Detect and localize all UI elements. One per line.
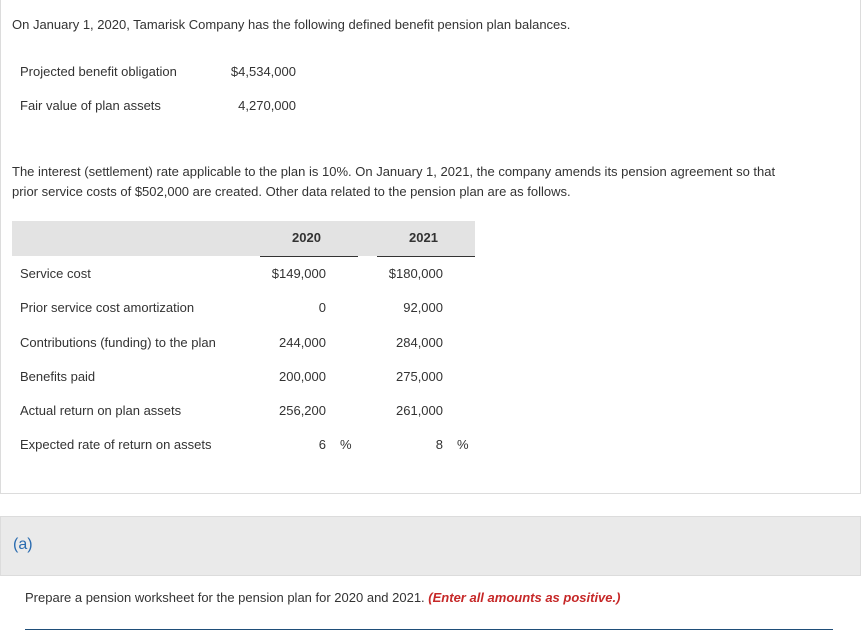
row-label: Expected rate of return on assets xyxy=(20,437,212,452)
section-divider xyxy=(25,629,833,630)
balance-label-assets: Fair value of plan assets xyxy=(20,98,161,113)
paragraph-line-1: The interest (settlement) rate applicabl… xyxy=(12,164,776,179)
row-value-2020: 6 xyxy=(318,437,326,452)
row-label: Prior service cost amortization xyxy=(20,300,195,315)
header-2021: 2021 xyxy=(409,230,438,245)
row-value-2020: $149,000 xyxy=(271,266,326,281)
header-underline-2021 xyxy=(377,256,475,257)
header-underline-2020 xyxy=(260,256,358,257)
row-value-2020: 0 xyxy=(318,300,326,315)
row-value-2021: 92,000 xyxy=(403,300,443,315)
row-value-2020: 256,200 xyxy=(279,403,326,418)
balance-value-assets: 4,270,000 xyxy=(238,98,296,113)
row-value-2020: 244,000 xyxy=(279,335,326,350)
row-label: Service cost xyxy=(20,266,91,281)
instruction-text: Prepare a pension worksheet for the pens… xyxy=(25,590,620,605)
row-value-2021: 261,000 xyxy=(396,403,443,418)
header-2020: 2020 xyxy=(292,230,321,245)
row-value-2021: 275,000 xyxy=(396,369,443,384)
percent-sign-2021: % xyxy=(457,437,469,452)
row-label: Actual return on plan assets xyxy=(20,403,182,418)
instruction-note: (Enter all amounts as positive.) xyxy=(428,590,621,605)
intro-text: On January 1, 2020, Tamarisk Company has… xyxy=(12,17,571,32)
table-header xyxy=(12,221,475,256)
row-value-2021: 284,000 xyxy=(396,335,443,350)
row-value-2021: $180,000 xyxy=(388,266,443,281)
percent-sign-2020: % xyxy=(340,437,352,452)
part-a-section xyxy=(0,516,861,576)
paragraph-line-2: prior service costs of $502,000 are crea… xyxy=(12,184,571,199)
row-value-2021: 8 xyxy=(435,437,443,452)
part-label: (a) xyxy=(13,536,33,553)
row-value-2020: 200,000 xyxy=(279,369,326,384)
balance-value-pbo: $4,534,000 xyxy=(230,64,296,79)
row-label: Benefits paid xyxy=(20,369,96,384)
row-label: Contributions (funding) to the plan xyxy=(20,335,216,350)
balance-label-pbo: Projected benefit obligation xyxy=(20,64,177,79)
instruction-main: Prepare a pension worksheet for the pens… xyxy=(25,590,425,605)
